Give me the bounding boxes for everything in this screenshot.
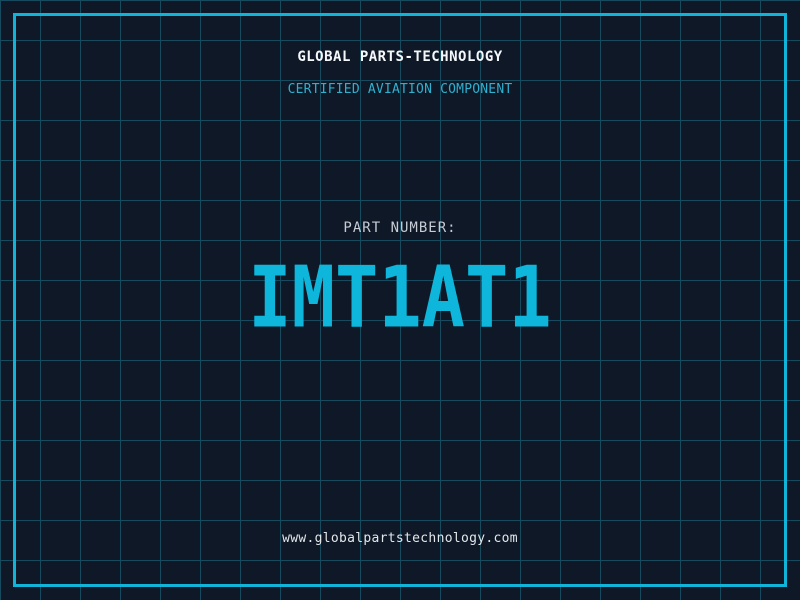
part-number-label: PART NUMBER: <box>343 220 457 236</box>
website-url: www.globalpartstechnology.com <box>282 531 518 546</box>
company-name: GLOBAL PARTS-TECHNOLOGY <box>297 49 503 65</box>
certification-tagline: CERTIFIED AVIATION COMPONENT <box>287 82 513 97</box>
blueprint-page: GLOBAL PARTS-TECHNOLOGY CERTIFIED AVIATI… <box>0 0 800 600</box>
part-number-value: IMT1AT1 <box>248 247 552 347</box>
